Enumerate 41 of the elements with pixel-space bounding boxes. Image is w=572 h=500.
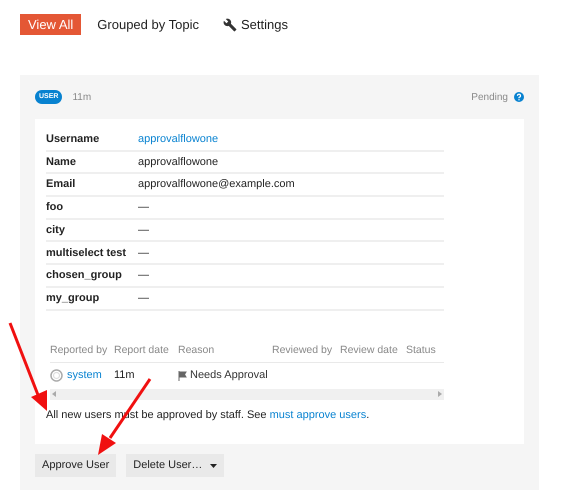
left-arrow-icon[interactable] <box>52 391 56 397</box>
horizontal-scrollbar[interactable] <box>50 388 444 400</box>
help-icon[interactable] <box>514 92 524 102</box>
reason-text: Needs Approval <box>190 368 268 384</box>
column-header: Review date <box>340 343 399 358</box>
nav-tab[interactable]: Settings <box>214 14 296 35</box>
field-label: my_group <box>46 290 100 306</box>
action-button[interactable]: Delete User… <box>126 454 224 477</box>
field-value: approvalflowone <box>138 154 218 170</box>
field-label: foo <box>46 200 64 216</box>
field-label: chosen_group <box>46 268 123 284</box>
age-label: 11m <box>72 90 92 104</box>
nav-tab[interactable]: Grouped by Topic <box>89 14 207 35</box>
column-header: Reason <box>178 343 216 358</box>
wrench-icon <box>222 18 237 32</box>
field-value: — <box>138 246 149 261</box>
field-value: approvalflowone@example.com <box>138 177 295 192</box>
column-header: Reviewed by <box>272 343 334 358</box>
avatar-icon <box>50 369 63 382</box>
caret-icon <box>210 464 218 468</box>
column-header: Reported by <box>50 343 108 358</box>
report-date: 11m <box>114 368 136 384</box>
field-value: — <box>138 268 149 284</box>
status-label: Pending <box>471 90 508 104</box>
action-button[interactable]: Approve User <box>35 454 116 477</box>
field-label: Name <box>46 154 77 170</box>
must-approve-link[interactable]: must approve users <box>270 408 366 420</box>
field-label: Email <box>46 177 76 192</box>
column-header: Status <box>406 343 437 358</box>
right-arrow-icon[interactable] <box>438 391 442 397</box>
field-value: — <box>138 222 149 238</box>
reporter-link[interactable]: system <box>67 367 102 384</box>
field-value: — <box>138 200 149 216</box>
column-header: Report date <box>114 343 170 358</box>
field-label: city <box>46 222 66 238</box>
field-label: multiselect test <box>46 246 128 261</box>
field-value[interactable]: approvalflowone <box>138 131 218 148</box>
field-value: — <box>138 290 149 306</box>
field-label: Username <box>46 132 100 148</box>
flag-icon <box>178 370 187 380</box>
nav-tab[interactable]: View All <box>20 14 82 35</box>
